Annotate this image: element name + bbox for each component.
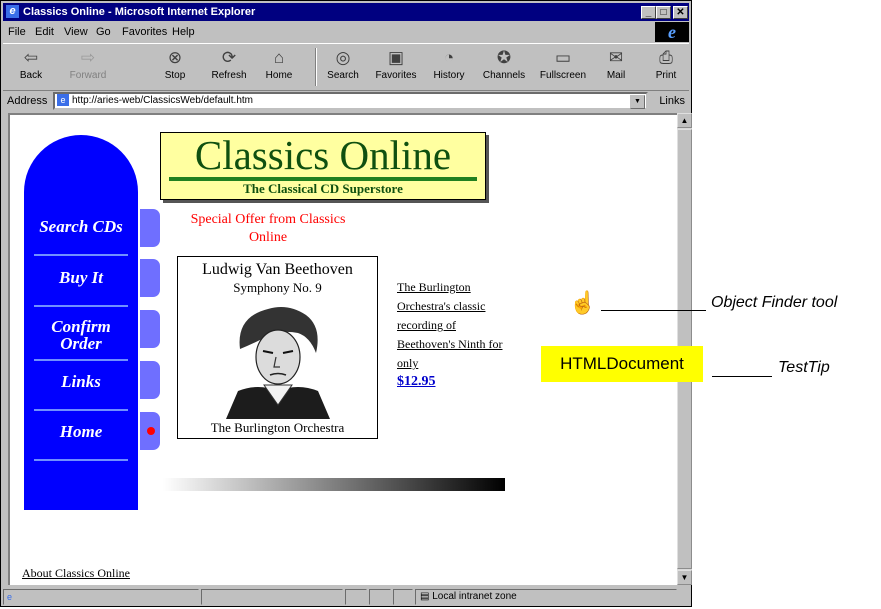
- scroll-up-icon[interactable]: ▲: [677, 113, 692, 128]
- price-link[interactable]: $12.95: [397, 373, 513, 391]
- ie-logo-icon: e: [655, 22, 689, 42]
- nav-tab: [140, 209, 160, 247]
- object-finder-label: Object Finder tool: [711, 294, 838, 311]
- testtip-box: HTMLDocument: [541, 346, 703, 382]
- chevron-down-icon[interactable]: ▼: [630, 95, 645, 109]
- nav-underline: [34, 254, 128, 256]
- status-progress: [201, 589, 343, 605]
- menu-go[interactable]: Go: [96, 22, 111, 42]
- testtip-label: TestTip: [778, 359, 830, 376]
- album-cover[interactable]: Ludwig Van Beethoven Symphony No. 9 The …: [177, 256, 378, 439]
- address-input[interactable]: e http://aries-web/ClassicsWeb/default.ht…: [53, 92, 648, 110]
- search-button[interactable]: ◎ Search: [323, 46, 363, 88]
- title-bar: e Classics Online - Microsoft Internet E…: [3, 3, 689, 21]
- menu-favorites[interactable]: Favorites: [122, 22, 167, 42]
- ie-icon: e: [6, 5, 19, 18]
- toolbar-separator: [315, 48, 317, 86]
- mail-icon: ✉: [608, 48, 624, 67]
- status-main: e: [3, 589, 199, 605]
- menu-bar: File Edit View Go Favorites Help: [3, 22, 689, 42]
- window-title: Classics Online - Microsoft Internet Exp…: [23, 6, 256, 18]
- stop-icon: ⊗: [167, 48, 183, 67]
- home-button[interactable]: ⌂ Home: [261, 46, 297, 88]
- channels-button[interactable]: ✪ Channels: [479, 46, 529, 88]
- status-cell: [369, 589, 391, 605]
- fullscreen-button[interactable]: ▭ Fullscreen: [535, 46, 591, 88]
- nav-tab: [140, 259, 160, 297]
- address-url: http://aries-web/ClassicsWeb/default.htm: [72, 95, 254, 106]
- status-cell: [345, 589, 367, 605]
- nav-home[interactable]: Home: [24, 423, 138, 461]
- site-banner: Classics Online The Classical CD Superst…: [160, 132, 486, 200]
- album-work: Symphony No. 9: [233, 280, 322, 295]
- minimize-button[interactable]: _: [641, 6, 656, 19]
- nav-underline: [34, 409, 128, 411]
- menu-help[interactable]: Help: [172, 22, 195, 42]
- page-status-icon: e: [7, 592, 13, 602]
- forward-button[interactable]: ⇨ Forward: [65, 46, 111, 88]
- banner-title: Classics Online: [194, 132, 452, 178]
- site-nav: Search CDs Buy It Confirm Order Links Ho…: [24, 135, 138, 510]
- forward-icon: ⇨: [80, 48, 96, 67]
- intranet-icon: ▤: [420, 591, 430, 602]
- nav-tab: [140, 361, 160, 399]
- menu-view[interactable]: View: [64, 22, 88, 42]
- favorites-button[interactable]: ▣ Favorites: [373, 46, 419, 88]
- album-orchestra: The Burlington Orchestra: [210, 420, 345, 435]
- stop-button[interactable]: ⊗ Stop: [157, 46, 193, 88]
- print-icon: ⎙: [659, 48, 673, 67]
- fullscreen-icon: ▭: [554, 48, 572, 67]
- history-button[interactable]: ◔ History: [429, 46, 469, 88]
- beethoven-portrait-icon: [226, 307, 330, 419]
- nav-underline: [34, 459, 128, 461]
- history-icon: ◔: [443, 48, 455, 67]
- nav-underline: [34, 305, 128, 307]
- nav-confirm-order[interactable]: Confirm Order: [24, 318, 138, 361]
- callout-line: [712, 376, 772, 377]
- banner-subtitle: The Classical CD Superstore: [243, 181, 403, 196]
- album-composer: Ludwig Van Beethoven: [202, 261, 353, 278]
- status-cell: [393, 589, 413, 605]
- nav-search-cds[interactable]: Search CDs: [24, 218, 138, 256]
- refresh-button[interactable]: ⟳ Refresh: [209, 46, 249, 88]
- scroll-down-icon[interactable]: ▼: [677, 570, 692, 585]
- nav-tab: [140, 310, 160, 348]
- toolbar: ⇦ Back ⇨ Forward ⊗ Stop ⟳ Refresh ⌂ Home ◎ Sea…: [3, 43, 689, 91]
- current-page-dot: [147, 427, 155, 435]
- about-link[interactable]: About Classics Online: [22, 566, 130, 581]
- status-bar: e ▤ Local intranet zone: [3, 589, 691, 606]
- home-icon: ⌂: [273, 48, 285, 67]
- address-label: Address: [7, 95, 48, 107]
- mail-button[interactable]: ✉ Mail: [601, 46, 631, 88]
- back-icon: ⇦: [23, 48, 39, 67]
- back-button[interactable]: ⇦ Back: [13, 46, 49, 88]
- status-zone: ▤ Local intranet zone: [415, 589, 677, 605]
- object-finder-hand-icon[interactable]: ☝: [569, 290, 596, 316]
- callout-line: [601, 310, 706, 311]
- menu-edit[interactable]: Edit: [35, 22, 54, 42]
- offer-description-link[interactable]: The Burlington Orchestra's classic recor…: [397, 278, 513, 391]
- search-icon: ◎: [335, 48, 351, 67]
- close-button[interactable]: ✕: [673, 6, 688, 19]
- address-bar: Address e http://aries-web/ClassicsWeb/de…: [3, 91, 689, 113]
- menu-file[interactable]: File: [8, 22, 26, 42]
- print-button[interactable]: ⎙ Print: [651, 46, 681, 88]
- nav-buy-it[interactable]: Buy It: [24, 269, 138, 307]
- links-button[interactable]: Links: [659, 95, 685, 107]
- channels-icon: ✪: [496, 48, 512, 67]
- special-offer-heading: Special Offer from Classics Online: [190, 212, 346, 245]
- nav-links[interactable]: Links: [24, 373, 138, 411]
- maximize-button[interactable]: □: [656, 6, 671, 19]
- refresh-icon: ⟳: [221, 48, 237, 67]
- page-icon: e: [57, 94, 69, 106]
- nav-underline: [34, 359, 128, 361]
- favorites-icon: ▣: [387, 48, 405, 67]
- gradient-divider: [163, 478, 505, 491]
